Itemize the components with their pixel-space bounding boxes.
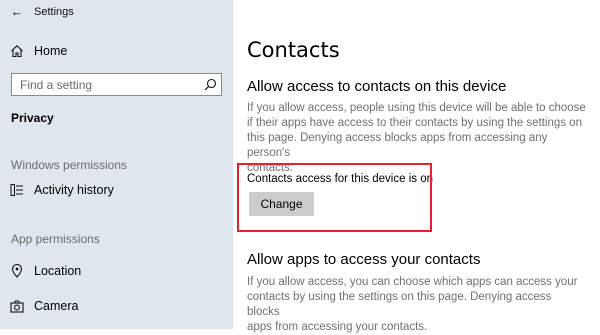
content-pane: Contacts Allow access to contacts on thi… [233, 0, 600, 333]
sidebar-item-activity-history[interactable]: Activity history [0, 176, 233, 204]
description-line: this page. Denying access blocks apps fr… [247, 132, 548, 159]
description-line: contacts by using the settings on this p… [247, 291, 552, 318]
section-description-device-access: If you allow access, people using this d… [247, 101, 587, 176]
search-icon[interactable] [199, 78, 221, 91]
section-heading-device-access: Allow access to contacts on this device [247, 78, 507, 95]
description-line: if their apps have access to their conta… [247, 117, 582, 129]
section-header-app-permissions: App permissions [11, 232, 100, 246]
description-line: apps from accessing your contacts. [247, 321, 428, 333]
search-placeholder: Find a setting [20, 77, 93, 92]
sidebar-item-camera[interactable]: Camera [0, 292, 233, 320]
sidebar: ← Settings Home Find a setting Privacy W… [0, 0, 233, 329]
sidebar-item-home[interactable]: Home [0, 37, 233, 65]
category-heading: Privacy [11, 111, 54, 125]
sidebar-item-label: Location [34, 264, 82, 278]
page-title: Contacts [247, 38, 340, 62]
home-icon [0, 44, 34, 58]
section-header-windows-permissions: Windows permissions [11, 158, 128, 172]
location-icon [0, 264, 34, 278]
window-title: Settings [34, 6, 74, 18]
description-line: If you allow access, you can choose whic… [247, 276, 578, 288]
access-status-text: Contacts access for this device is on [247, 173, 433, 185]
section-description-app-access: If you allow access, you can choose whic… [247, 275, 587, 335]
activity-history-icon [0, 183, 34, 197]
back-button[interactable]: ← [0, 0, 34, 24]
sidebar-item-label: Home [34, 44, 68, 58]
title-bar: ← Settings [0, 0, 233, 24]
section-heading-app-access: Allow apps to access your contacts [247, 251, 481, 268]
camera-icon [0, 299, 34, 313]
arrow-left-icon: ← [10, 4, 24, 19]
sidebar-item-label: Camera [34, 299, 79, 313]
description-line: If you allow access, people using this d… [247, 102, 586, 114]
change-button[interactable]: Change [249, 192, 314, 216]
sidebar-item-location[interactable]: Location [0, 257, 233, 285]
sidebar-item-label: Activity history [34, 183, 114, 197]
search-input[interactable]: Find a setting [11, 73, 222, 96]
